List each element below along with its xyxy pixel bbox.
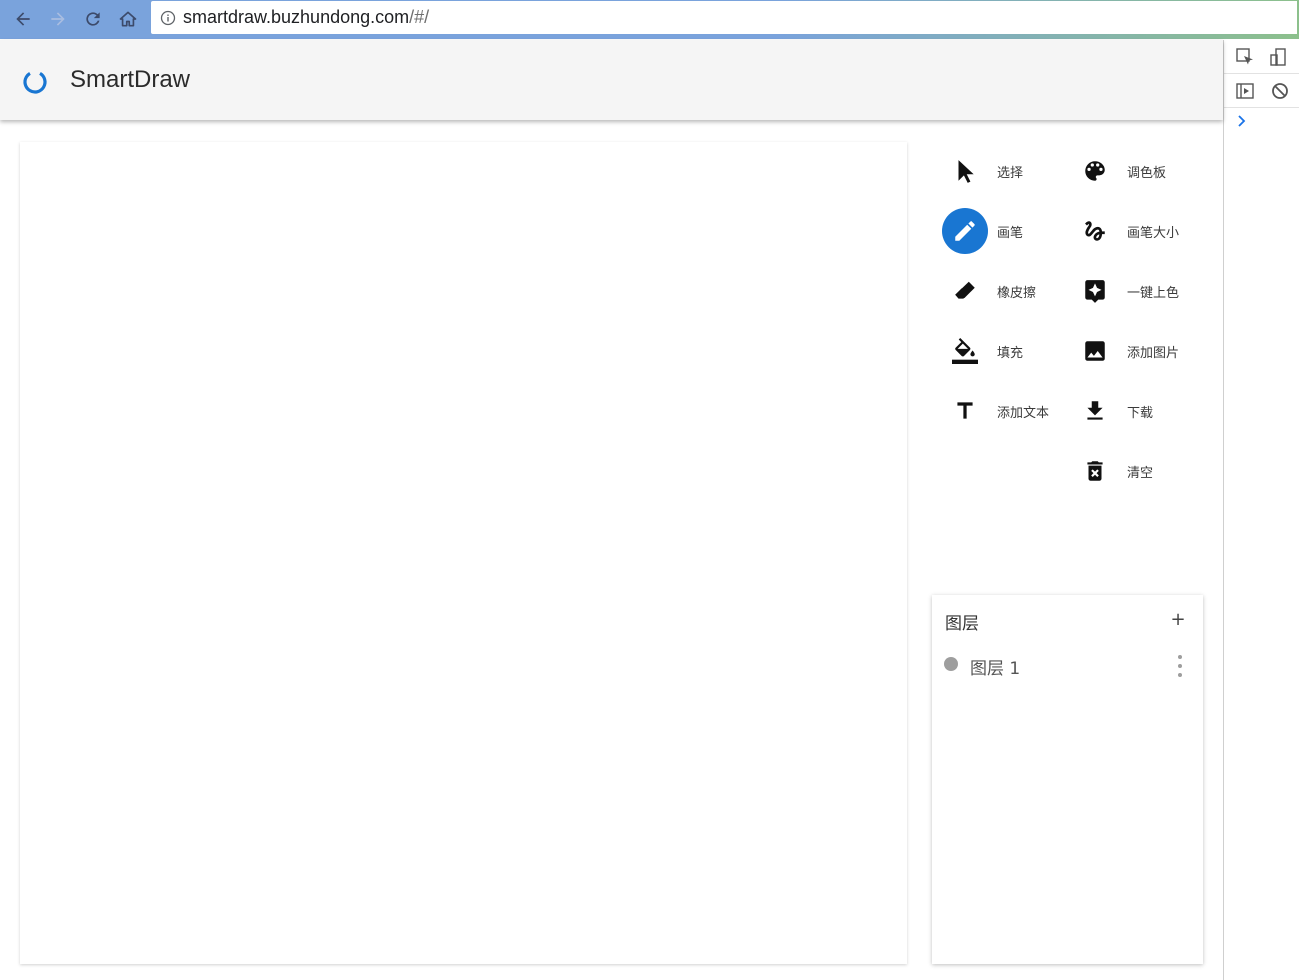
arrow-left-icon [16,12,30,26]
auto-color-icon [1085,280,1105,303]
more-vertical-icon [1178,655,1182,659]
tool-select[interactable]: 选择 [942,148,1023,194]
pencil-icon [955,221,975,241]
layers-panel: 图层 + 图层 1 [932,595,1203,964]
tool-clear[interactable]: 清空 [1072,448,1153,494]
tool-icon-container [942,388,988,434]
tool-icon-container [1072,148,1118,194]
tool-add-text[interactable]: 添加文本 [942,388,1049,434]
drawer-icon [1236,83,1254,99]
more-vertical-icon [1178,664,1182,668]
devtools-toolbar-row [1224,40,1299,74]
layer-radio[interactable] [944,657,958,671]
logo-spinner-icon [23,70,47,94]
tool-label: 一键上色 [1127,285,1180,301]
url-path: /#/ [409,7,430,27]
tool-auto-color[interactable]: 一键上色 [1072,268,1179,314]
tool-label: 橡皮擦 [997,285,1037,301]
tool-label: 下载 [1127,405,1154,421]
inspect-icon [1236,48,1253,65]
tool-label: 添加图片 [1127,345,1180,361]
devtools-panel [1223,40,1299,980]
devtools-toolbar-row [1224,74,1299,108]
url-text: smartdraw.buzhundong.com/#/ [183,7,429,28]
eraser-icon [955,281,975,299]
tool-icon-container [942,328,988,374]
layers-title: 图层 [945,614,979,634]
home-icon [119,11,137,27]
tool-label: 添加文本 [997,405,1050,421]
info-icon[interactable] [160,10,176,26]
tool-add-image[interactable]: 添加图片 [1072,328,1179,374]
chevron-right-icon[interactable] [1236,114,1248,128]
tool-fill[interactable]: 填充 [942,328,1023,374]
tool-icon-container [1072,268,1118,314]
tool-icon-container [942,208,988,254]
tool-brush-size[interactable]: 画笔大小 [1072,208,1179,254]
tool-download[interactable]: 下载 [1072,388,1153,434]
tool-icon-container [942,148,988,194]
home-button[interactable] [114,5,142,33]
block-icon [1272,83,1288,99]
tool-label: 填充 [997,345,1024,361]
inspect-element-button[interactable] [1234,46,1256,68]
drawing-canvas[interactable] [20,142,907,964]
app-header: SmartDraw [0,40,1223,120]
tool-label: 调色板 [1127,165,1167,181]
text-icon [957,402,973,419]
arrow-right-icon [51,12,65,26]
tool-icon-container [1072,448,1118,494]
add-layer-button[interactable]: + [1169,609,1187,631]
tool-pencil[interactable]: 画笔 [942,208,1023,254]
reload-icon [86,12,100,26]
image-icon [1085,341,1105,361]
reload-button[interactable] [79,5,107,33]
browser-toolbar: smartdraw.buzhundong.com/#/ [0,0,1299,39]
device-toggle-button[interactable] [1267,46,1289,68]
layer-item[interactable]: 图层 1 [932,653,1203,679]
tool-icon-container [1072,208,1118,254]
block-button[interactable] [1269,80,1291,102]
app-title: SmartDraw [70,66,191,93]
delete-icon [1087,461,1103,481]
tool-palette[interactable]: 调色板 [1072,148,1166,194]
download-icon [1087,401,1103,420]
fill-bucket-icon [952,338,978,364]
forward-button[interactable] [44,5,72,33]
tool-label: 选择 [997,165,1024,181]
tool-label: 画笔大小 [1127,225,1180,241]
tool-eraser[interactable]: 橡皮擦 [942,268,1036,314]
layer-more-button[interactable] [1175,655,1185,677]
palette-icon [1085,161,1105,181]
tool-label: 画笔 [997,225,1024,241]
tool-icon-container [942,268,988,314]
back-button[interactable] [9,5,37,33]
toggle-drawer-button[interactable] [1234,80,1256,102]
gesture-icon [1085,221,1105,241]
address-bar[interactable]: smartdraw.buzhundong.com/#/ [151,1,1297,34]
tool-icon-container [1072,388,1118,434]
url-host: smartdraw.buzhundong.com [183,7,410,27]
cursor-icon [958,160,974,183]
tool-label: 清空 [1127,465,1154,481]
more-vertical-icon [1178,673,1182,677]
tool-icon-container [1072,328,1118,374]
layer-name: 图层 1 [970,659,1021,679]
device-icon [1270,48,1286,66]
